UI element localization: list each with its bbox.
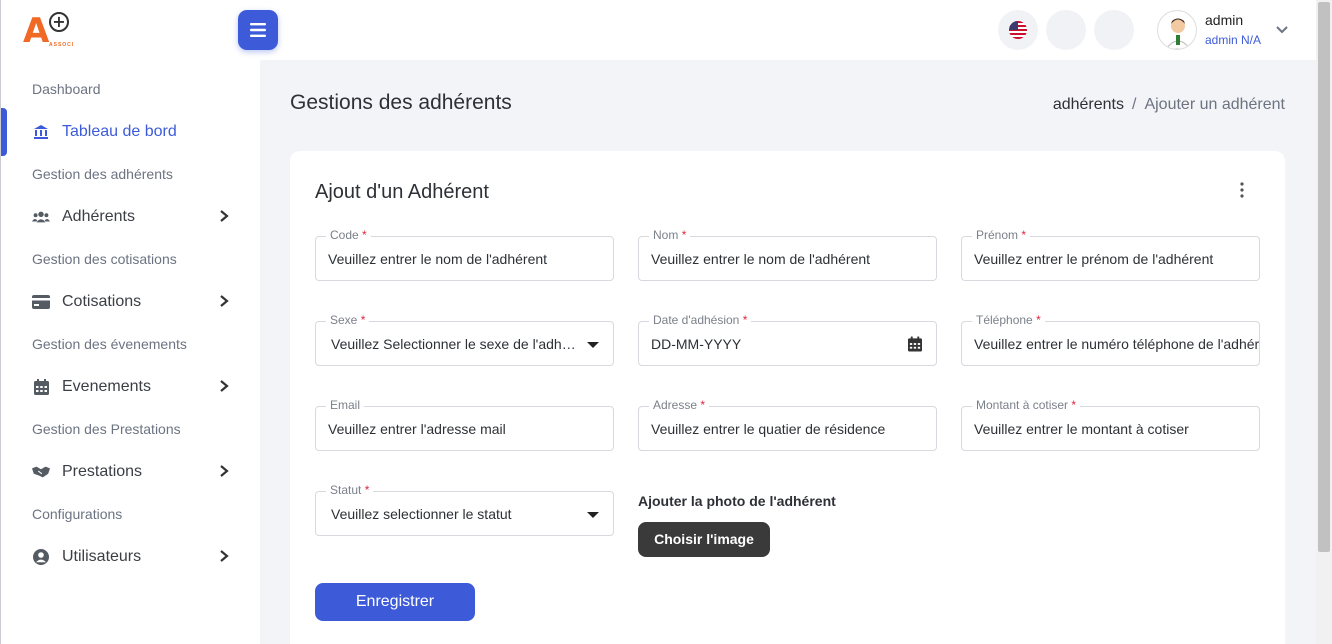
sidebar-item-label: Utilisateurs xyxy=(62,547,142,565)
adresse-field[interactable]: Adresse * Veuillez entrer le quatier de … xyxy=(638,398,937,451)
form-title: Ajout d'un Adhérent xyxy=(315,181,489,203)
save-button[interactable]: Enregistrer xyxy=(315,583,475,621)
prenom-input[interactable]: Veuillez entrer le prénom de l'adhérent xyxy=(974,251,1247,267)
field-label: Statut * xyxy=(326,483,374,497)
section-gestion-prestations: Gestion des Prestations xyxy=(32,421,181,437)
form-card: Ajout d'un Adhérent Code * Veuillez entr… xyxy=(290,151,1285,644)
calendar-icon[interactable] xyxy=(908,336,922,352)
users-icon xyxy=(32,208,50,226)
page-scrollbar[interactable] xyxy=(1316,0,1332,644)
date-adhesion-field[interactable]: Date d'adhésion * DD-MM-YYYY xyxy=(638,313,937,366)
sidebar-item-label: Tableau de bord xyxy=(62,122,177,140)
avatar[interactable] xyxy=(1157,10,1197,50)
header-action-button[interactable] xyxy=(1046,10,1086,50)
nom-field[interactable]: Nom * Veuillez entrer le nom de l'adhére… xyxy=(638,228,937,281)
calendar-icon xyxy=(32,378,50,396)
sidebar-item-label: Adhérents xyxy=(62,207,135,225)
section-gestion-adherents: Gestion des adhérents xyxy=(32,166,173,182)
page-title: Gestions des adhérents xyxy=(290,91,512,114)
photo-label: Ajouter la photo de l'adhérent xyxy=(638,493,836,509)
field-label: Code * xyxy=(326,228,371,242)
caret-down-icon xyxy=(587,342,599,348)
bank-icon xyxy=(32,123,50,141)
chevron-down-icon[interactable] xyxy=(1275,24,1289,36)
sexe-select-value[interactable]: Veuillez Selectionner le sexe de l'adhér… xyxy=(331,336,579,352)
chevron-right-icon xyxy=(220,295,229,307)
breadcrumb-current: Ajouter un adhérent xyxy=(1144,96,1285,113)
language-button[interactable] xyxy=(998,10,1038,50)
field-label: Sexe * xyxy=(326,313,370,327)
sidebar-item-label: Cotisations xyxy=(62,292,142,310)
statut-select-value[interactable]: Veuillez selectionner le statut xyxy=(331,506,579,522)
credit-card-icon xyxy=(32,293,50,311)
email-input[interactable]: Veuillez entrer l'adresse mail xyxy=(328,421,601,437)
handshake-icon xyxy=(32,463,50,481)
sidebar: A + ASSOCI Dashboard Tableau de bord Ges… xyxy=(0,0,260,644)
sidebar-item-tableau-de-bord[interactable]: Tableau de bord xyxy=(1,108,261,156)
section-gestion-cotisations: Gestion des cotisations xyxy=(32,251,177,267)
field-label: Prénom * xyxy=(972,228,1031,242)
chevron-right-icon xyxy=(220,550,229,562)
email-field[interactable]: Email Veuillez entrer l'adresse mail xyxy=(315,398,614,451)
nom-input[interactable]: Veuillez entrer le nom de l'adhérent xyxy=(651,251,924,267)
telephone-input[interactable]: Veuillez entrer le numéro téléphone de l… xyxy=(974,336,1259,352)
telephone-field[interactable]: Téléphone * Veuillez entrer le numéro té… xyxy=(961,313,1260,366)
montant-field[interactable]: Montant à cotiser * Veuillez entrer le m… xyxy=(961,398,1260,451)
field-label: Téléphone * xyxy=(972,313,1045,327)
caret-down-icon xyxy=(587,512,599,518)
section-gestion-evenements: Gestion des évenements xyxy=(32,336,187,352)
scrollbar-thumb[interactable] xyxy=(1318,2,1330,552)
breadcrumb-link-adherents[interactable]: adhérents xyxy=(1053,96,1124,113)
sidebar-item-label: Evenements xyxy=(62,377,151,395)
sidebar-nav: Dashboard Tableau de bord Gestion des ad… xyxy=(1,68,261,578)
field-label: Date d'adhésion * xyxy=(649,313,752,327)
adresse-input[interactable]: Veuillez entrer le quatier de résidence xyxy=(651,421,924,437)
breadcrumb: adhérents / Ajouter un adhérent xyxy=(1053,96,1285,114)
user-avatar-icon xyxy=(1165,18,1191,49)
us-flag-icon xyxy=(1009,21,1027,39)
sexe-select[interactable]: Sexe * Veuillez Selectionner le sexe de … xyxy=(315,313,614,366)
statut-select[interactable]: Statut * Veuillez selectionner le statut xyxy=(315,483,614,536)
logo-plus-icon: + xyxy=(49,12,69,32)
section-dashboard: Dashboard xyxy=(32,81,101,97)
user-role: admin N/A xyxy=(1205,33,1262,47)
field-label: Adresse * xyxy=(649,398,710,412)
sidebar-item-utilisateurs[interactable]: Utilisateurs xyxy=(1,535,261,578)
choose-image-button[interactable]: Choisir l'image xyxy=(638,522,770,557)
field-label: Nom * xyxy=(649,228,691,242)
field-label: Email xyxy=(326,398,365,412)
sidebar-item-label: Prestations xyxy=(62,462,143,480)
sidebar-item-prestations[interactable]: Prestations xyxy=(1,450,261,493)
date-adhesion-input[interactable]: DD-MM-YYYY xyxy=(651,336,924,352)
breadcrumb-separator: / xyxy=(1132,96,1137,113)
code-field[interactable]: Code * Veuillez entrer le nom de l'adhér… xyxy=(315,228,614,281)
chevron-right-icon xyxy=(220,210,229,222)
field-label: Montant à cotiser * xyxy=(972,398,1081,412)
code-input[interactable]: Veuillez entrer le nom de l'adhérent xyxy=(328,251,601,267)
user-circle-icon xyxy=(32,548,50,566)
prenom-field[interactable]: Prénom * Veuillez entrer le prénom de l'… xyxy=(961,228,1260,281)
sidebar-item-adherents[interactable]: Adhérents xyxy=(1,195,261,238)
chevron-right-icon xyxy=(220,465,229,477)
montant-input[interactable]: Veuillez entrer le montant à cotiser xyxy=(974,421,1247,437)
logo-letter: A xyxy=(23,11,50,51)
section-configurations: Configurations xyxy=(32,506,123,522)
chevron-right-icon xyxy=(220,380,229,392)
app-logo[interactable]: A + ASSOCI xyxy=(23,12,79,52)
header-action-button[interactable] xyxy=(1094,10,1134,50)
user-name[interactable]: admin xyxy=(1205,12,1243,28)
menu-toggle-button[interactable] xyxy=(238,10,278,50)
logo-subtext: ASSOCI xyxy=(49,42,75,48)
sidebar-item-evenements[interactable]: Evenements xyxy=(1,365,261,408)
hamburger-icon xyxy=(250,23,266,37)
more-options-icon[interactable] xyxy=(1236,181,1248,199)
sidebar-item-cotisations[interactable]: Cotisations xyxy=(1,280,261,323)
